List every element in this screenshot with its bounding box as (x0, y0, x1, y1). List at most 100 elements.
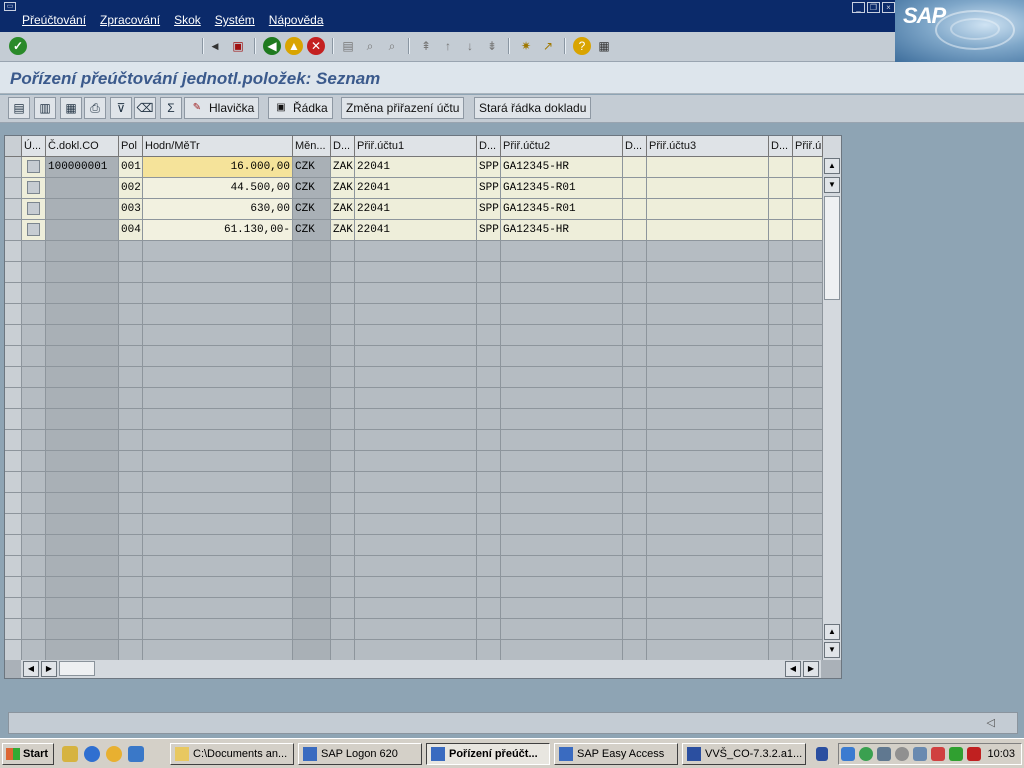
column-header[interactable]: Pol (119, 136, 143, 157)
table-cell[interactable]: GA12345-HR (501, 220, 623, 241)
table-cell[interactable]: 22041 (355, 178, 477, 199)
column-header[interactable]: Č.dokl.CO (46, 136, 119, 157)
back-button[interactable]: ◀ (262, 36, 282, 56)
tray-volume-icon[interactable] (895, 747, 909, 761)
row-selector[interactable] (5, 325, 22, 346)
page-left-icon[interactable]: ◀ (785, 661, 801, 677)
close-icon[interactable]: × (882, 2, 895, 13)
column-header[interactable]: Hodn/MěTr (143, 136, 293, 157)
table-cell[interactable]: ZAK (331, 220, 355, 241)
table-cell[interactable]: ZAK (331, 199, 355, 220)
table-cell[interactable] (793, 157, 823, 178)
menu-item-napoveda[interactable]: Nápověda (269, 13, 324, 27)
column-header[interactable]: D... (331, 136, 355, 157)
cancel-button[interactable]: ✕ (306, 36, 326, 56)
table-cell[interactable]: SPP (477, 157, 501, 178)
row-selector[interactable] (5, 178, 22, 199)
table-cell[interactable] (793, 178, 823, 199)
table-cell[interactable]: 22041 (355, 157, 477, 178)
table-cell[interactable]: 61.130,00- (143, 220, 293, 241)
table-cell[interactable]: 16.000,00 (143, 157, 293, 178)
find-next-button[interactable]: ⌕ (382, 36, 402, 56)
history-back-button[interactable]: ◀ (208, 36, 222, 56)
table-cell[interactable] (647, 178, 769, 199)
row-selector[interactable] (5, 409, 22, 430)
row-checkbox[interactable] (27, 160, 40, 173)
row-selector[interactable] (5, 304, 22, 325)
column-header[interactable]: Přiř.ú (793, 136, 823, 157)
row-selector[interactable] (5, 199, 22, 220)
select-all-button[interactable]: ▤ (8, 97, 30, 119)
table-cell[interactable]: CZK (293, 220, 331, 241)
enter-button[interactable]: ✓ (8, 36, 28, 56)
table-cell[interactable] (647, 157, 769, 178)
row-selector[interactable] (5, 556, 22, 577)
internet-explorer-icon[interactable] (84, 746, 100, 762)
details-button[interactable]: ▦ (60, 97, 82, 119)
table-cell[interactable] (46, 178, 119, 199)
table-cell[interactable] (793, 220, 823, 241)
tray-alert-icon[interactable] (967, 747, 981, 761)
menu-item-preuctovani[interactable]: Přeúčtování (22, 13, 86, 27)
save-button[interactable]: ▣ (228, 36, 248, 56)
column-header[interactable]: D... (623, 136, 647, 157)
task-documents[interactable]: C:\Documents an... (170, 743, 294, 765)
table-cell[interactable] (647, 199, 769, 220)
table-cell[interactable] (769, 199, 793, 220)
table-cell[interactable]: SPP (477, 220, 501, 241)
row-checkbox[interactable] (27, 223, 40, 236)
outlook-icon[interactable] (128, 746, 144, 762)
table-cell[interactable] (22, 199, 46, 220)
table-cell[interactable]: 003 (119, 199, 143, 220)
row-checkbox[interactable] (27, 181, 40, 194)
row-selector[interactable] (5, 619, 22, 640)
horizontal-scrollbar[interactable]: ◀ ▶ ◀ ▶ (21, 660, 821, 678)
table-cell[interactable]: 44.500,00 (143, 178, 293, 199)
scroll-right-icon[interactable]: ▶ (41, 661, 57, 677)
first-page-button[interactable]: ⇞ (416, 36, 436, 56)
menu-item-system[interactable]: Systém (215, 13, 255, 27)
task-porizeni[interactable]: Pořízení přeúčt... (426, 743, 550, 765)
table-cell[interactable] (769, 157, 793, 178)
sum-button[interactable]: Σ (160, 97, 182, 119)
column-header[interactable]: D... (477, 136, 501, 157)
table-cell[interactable]: 22041 (355, 220, 477, 241)
table-cell[interactable] (623, 199, 647, 220)
system-menu-icon[interactable]: ▭ (4, 2, 16, 11)
column-header[interactable]: Měn... (293, 136, 331, 157)
row-selector[interactable] (5, 451, 22, 472)
column-header[interactable]: D... (769, 136, 793, 157)
filter-button[interactable]: ⊽ (110, 97, 132, 119)
table-cell[interactable] (46, 199, 119, 220)
table-cell[interactable]: GA12345-HR (501, 157, 623, 178)
column-header[interactable]: Ú... (22, 136, 46, 157)
vertical-scroll-thumb[interactable] (824, 196, 840, 300)
minimize-icon[interactable]: _ (852, 2, 865, 13)
create-session-button[interactable]: ✷ (516, 36, 536, 56)
scroll-up-icon[interactable]: ▲ (824, 158, 840, 174)
table-cell[interactable]: 100000001 (46, 157, 119, 178)
table-cell[interactable]: 004 (119, 220, 143, 241)
status-expand-icon[interactable]: ◁ (987, 716, 995, 729)
restore-icon[interactable]: ❐ (867, 2, 880, 13)
row-selector[interactable] (5, 577, 22, 598)
table-cell[interactable]: SPP (477, 199, 501, 220)
page-up-icon[interactable]: ▲ (824, 624, 840, 640)
table-cell[interactable]: CZK (293, 199, 331, 220)
start-button[interactable]: Start (2, 743, 54, 765)
layout-menu-button[interactable]: ▦ (594, 36, 614, 56)
table-cell[interactable]: 002 (119, 178, 143, 199)
row-checkbox[interactable] (27, 202, 40, 215)
change-account-assignment-button[interactable]: Změna přiřazení účtu (341, 97, 465, 119)
table-cell[interactable] (22, 157, 46, 178)
table-cell[interactable] (769, 178, 793, 199)
tray-mouse-icon[interactable] (913, 747, 927, 761)
delete-filter-button[interactable]: ⌫ (134, 97, 156, 119)
row-button[interactable]: ▣ Řádka (268, 97, 333, 119)
table-cell[interactable] (623, 157, 647, 178)
find-button[interactable]: ⌕ (360, 36, 380, 56)
row-selector[interactable] (5, 430, 22, 451)
task-sap-easy-access[interactable]: SAP Easy Access (554, 743, 678, 765)
column-header[interactable]: Přiř.účtu3 (647, 136, 769, 157)
table-cell[interactable] (46, 220, 119, 241)
